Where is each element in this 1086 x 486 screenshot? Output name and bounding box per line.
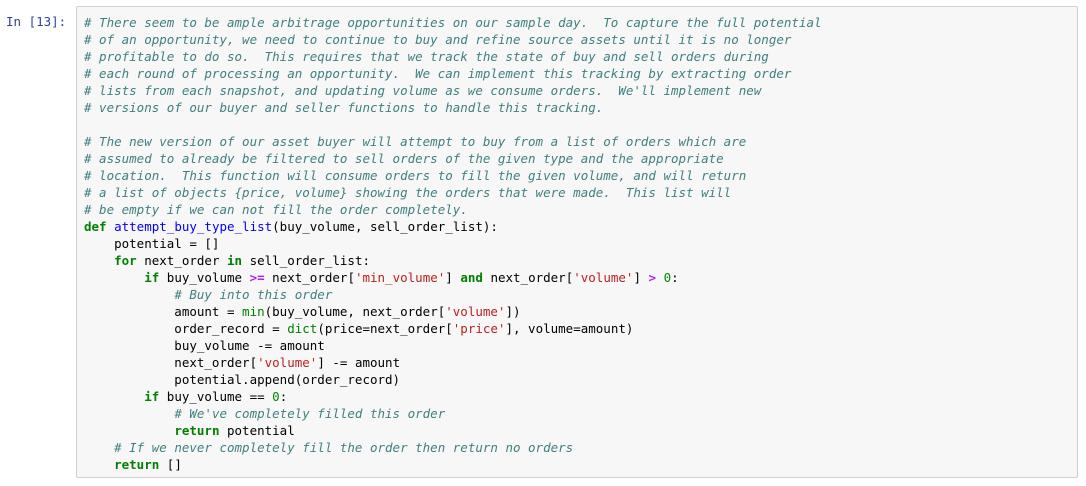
code-token: next_order[	[482, 270, 574, 285]
comment-token: # There seem to be ample arbitrage oppor…	[84, 15, 822, 30]
string-token: 'volume'	[445, 304, 506, 319]
comment-token: # each round of processing an opportunit…	[84, 66, 792, 81]
input-prompt: In [13]:	[6, 14, 67, 29]
comment-token: # profitable to do so. This requires tha…	[84, 49, 769, 64]
operator-token: >=	[249, 270, 265, 285]
code-token: amount =	[84, 304, 243, 319]
code-line: # location. This function will consume o…	[84, 167, 822, 184]
code-token: next_order[	[84, 355, 258, 370]
code-line: return potential	[84, 422, 822, 439]
keyword-token: return	[114, 457, 160, 472]
code-text[interactable]: # There seem to be ample arbitrage oppor…	[84, 14, 822, 473]
code-line: # assumed to already be filtered to sell…	[84, 150, 822, 167]
code-token: order_record =	[84, 321, 288, 336]
comment-token: # location. This function will consume o…	[84, 168, 747, 183]
code-token: next_order	[136, 253, 227, 268]
keyword-token: in	[227, 253, 243, 268]
code-line: # be empty if we can not fill the order …	[84, 201, 822, 218]
code-cell: In [13]: # There seem to be ample arbitr…	[0, 0, 1086, 486]
code-line: # a list of objects {price, volume} show…	[84, 184, 822, 201]
code-line: # versions of our buyer and seller funct…	[84, 99, 822, 116]
code-line: for next_order in sell_order_list:	[84, 252, 822, 269]
builtin-token: dict	[287, 321, 318, 336]
keyword-token: if	[144, 389, 160, 404]
code-line: buy_volume -= amount	[84, 337, 822, 354]
code-token: (price=next_order[	[317, 321, 453, 336]
comment-token: # lists from each snapshot, and updating…	[84, 83, 762, 98]
code-token: sell_order_list:	[242, 253, 370, 268]
comment-token: # Buy into this order	[174, 287, 333, 302]
code-token: ]	[633, 270, 649, 285]
keyword-token: if	[144, 270, 160, 285]
code-line: potential.append(order_record)	[84, 371, 822, 388]
code-token: buy_volume -= amount	[84, 338, 325, 353]
code-line: # lists from each snapshot, and updating…	[84, 82, 822, 99]
code-token: next_order[	[264, 270, 355, 285]
code-line: if buy_volume >= next_order['min_volume'…	[84, 269, 822, 286]
comment-token: # versions of our buyer and seller funct…	[84, 100, 604, 115]
comment-token: # We've completely filled this order	[174, 406, 446, 421]
keyword-token: def	[84, 219, 107, 234]
code-line: # There seem to be ample arbitrage oppor…	[84, 14, 822, 31]
comment-token: # If we never completely fill the order …	[114, 440, 574, 455]
code-line: # The new version of our asset buyer wil…	[84, 133, 822, 150]
code-line: order_record = dict(price=next_order['pr…	[84, 320, 822, 337]
code-token: buy_volume ==	[159, 389, 273, 404]
builtin-token: min	[242, 304, 265, 319]
code-token: potential.append(order_record)	[84, 372, 401, 387]
code-line: if buy_volume == 0:	[84, 388, 822, 405]
code-token: (buy_volume, sell_order_list):	[272, 219, 498, 234]
code-line: return []	[84, 456, 822, 473]
string-token: 'price'	[452, 321, 506, 336]
code-token: potential	[219, 423, 295, 438]
code-token: []	[159, 457, 182, 472]
code-line: def attempt_buy_type_list(buy_volume, se…	[84, 218, 822, 235]
code-line: amount = min(buy_volume, next_order['vol…	[84, 303, 822, 320]
comment-token: # a list of objects {price, volume} show…	[84, 185, 732, 200]
keyword-token: return	[174, 423, 220, 438]
code-line: # If we never completely fill the order …	[84, 439, 822, 456]
code-token: ]	[445, 270, 461, 285]
code-line: # profitable to do so. This requires tha…	[84, 48, 822, 65]
code-line: # each round of processing an opportunit…	[84, 65, 822, 82]
code-token: buy_volume	[159, 270, 250, 285]
string-token: 'volume'	[257, 355, 318, 370]
code-token: :	[671, 270, 679, 285]
keyword-token: and	[460, 270, 483, 285]
comment-token: # be empty if we can not fill the order …	[84, 202, 468, 217]
code-editor[interactable]: # There seem to be ample arbitrage oppor…	[76, 6, 1078, 478]
operator-token: >	[648, 270, 657, 285]
code-line: # of an opportunity, we need to continue…	[84, 31, 822, 48]
number-token: 0	[663, 270, 672, 285]
string-token: 'volume'	[573, 270, 634, 285]
code-token: potential = []	[84, 236, 220, 251]
code-token: ])	[505, 304, 521, 319]
code-line: potential = []	[84, 235, 822, 252]
number-token: 0	[272, 389, 280, 404]
comment-token: # assumed to already be filtered to sell…	[84, 151, 724, 166]
code-token: :	[279, 389, 288, 404]
code-token: (buy_volume, next_order[	[264, 304, 446, 319]
code-token: ], volume=amount)	[505, 321, 634, 336]
code-token: ] -= amount	[317, 355, 401, 370]
code-line: # Buy into this order	[84, 286, 822, 303]
comment-token: # The new version of our asset buyer wil…	[84, 134, 747, 149]
code-line: next_order['volume'] -= amount	[84, 354, 822, 371]
string-token: 'min_volume'	[354, 270, 446, 285]
function-name-token: attempt_buy_type_list	[114, 219, 273, 234]
keyword-token: for	[114, 253, 137, 268]
code-line: # We've completely filled this order	[84, 405, 822, 422]
comment-token: # of an opportunity, we need to continue…	[84, 32, 792, 47]
